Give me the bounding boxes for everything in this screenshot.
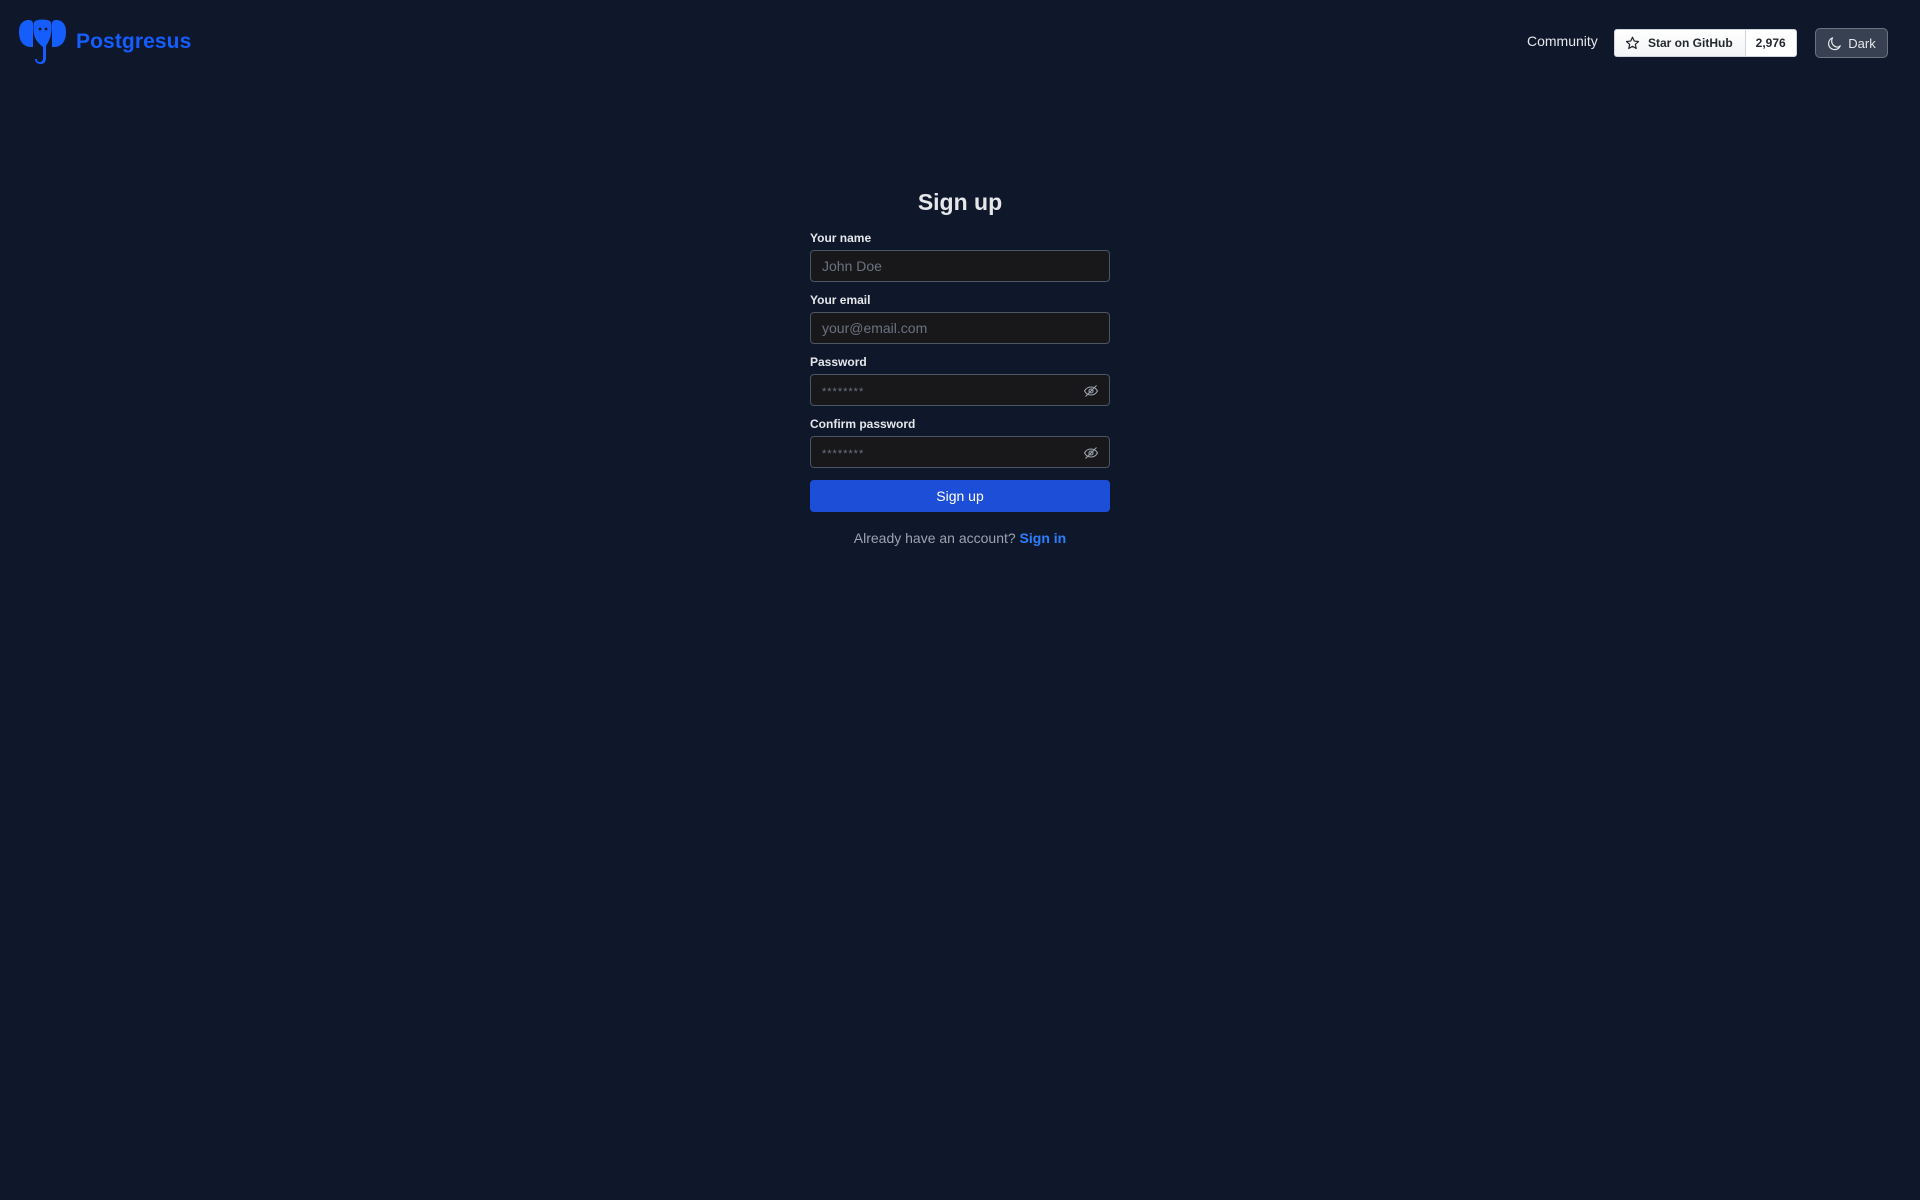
theme-label: Dark — [1848, 35, 1876, 51]
theme-toggle-button[interactable]: Dark — [1815, 28, 1888, 58]
eye-off-icon[interactable] — [1083, 383, 1099, 399]
top-bar: Postgresus Community Star on GitHub 2,97… — [0, 0, 1920, 84]
name-input[interactable] — [811, 251, 1109, 281]
name-field-group: Your name — [810, 230, 1110, 282]
elephant-logo-icon — [19, 19, 66, 64]
community-link[interactable]: Community — [1527, 33, 1598, 49]
sign-in-prompt-text: Already have an account? — [853, 530, 1016, 546]
sign-in-prompt: Already have an account? Sign in — [810, 530, 1110, 546]
page-title: Sign up — [917, 189, 1003, 215]
password-label: Password — [810, 355, 867, 369]
github-star-widget: Star on GitHub 2,976 — [1614, 29, 1797, 57]
eye-off-icon[interactable] — [1083, 445, 1099, 461]
sign-up-button[interactable]: Sign up — [810, 480, 1110, 512]
password-input[interactable] — [811, 375, 1109, 405]
sign-in-link[interactable]: Sign in — [1020, 530, 1067, 546]
star-icon — [1625, 36, 1640, 49]
brand-link[interactable]: Postgresus — [19, 18, 191, 66]
brand-name: Postgresus — [76, 30, 192, 53]
moon-icon — [1828, 36, 1842, 50]
email-input[interactable] — [811, 313, 1109, 343]
confirm-password-input[interactable] — [811, 437, 1109, 467]
signup-form: Sign up Your name Your email Password Co… — [810, 186, 1110, 546]
name-label: Your name — [810, 231, 872, 245]
password-field-group: Password — [810, 354, 1110, 406]
confirm-password-field-group: Confirm password — [810, 416, 1110, 468]
github-star-count[interactable]: 2,976 — [1744, 30, 1796, 56]
email-field-group: Your email — [810, 292, 1110, 344]
github-star-label: Star on GitHub — [1648, 36, 1733, 50]
name-input-box — [810, 250, 1110, 282]
email-input-box — [810, 312, 1110, 344]
github-star-button[interactable]: Star on GitHub — [1615, 30, 1745, 56]
confirm-password-input-box — [810, 436, 1110, 468]
confirm-password-label: Confirm password — [810, 417, 916, 431]
email-label: Your email — [810, 293, 871, 307]
password-input-box — [810, 374, 1110, 406]
